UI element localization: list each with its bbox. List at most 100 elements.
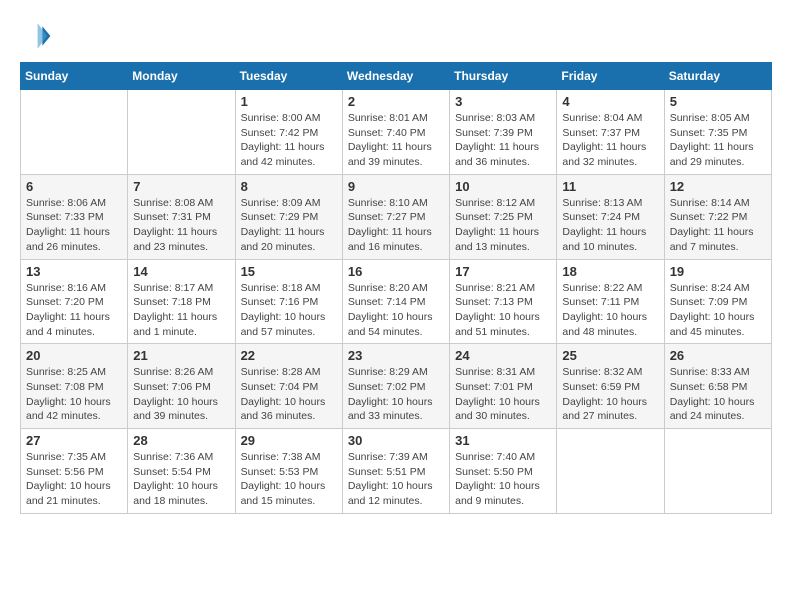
day-number: 19 xyxy=(670,264,766,279)
day-cell: 7Sunrise: 8:08 AM Sunset: 7:31 PM Daylig… xyxy=(128,174,235,259)
day-cell xyxy=(21,90,128,175)
day-number: 5 xyxy=(670,94,766,109)
day-cell: 11 Sunrise: 8:13 AM Sunset: 7:24 PM Dayli… xyxy=(557,174,664,259)
day-info: Sunrise: 8:26 AM Sunset: 7:06 PM Dayligh… xyxy=(133,365,229,424)
day-info: Sunrise: 8:16 AM Sunset: 7:20 PM Dayligh… xyxy=(26,281,122,340)
day-info: Sunrise: 8:32 AM Sunset: 6:59 PM Dayligh… xyxy=(562,365,658,424)
day-info: Sunrise: 8:10 AM Sunset: 7:27 PM Dayligh… xyxy=(348,196,444,255)
day-number: 28 xyxy=(133,433,229,448)
day-info: Sunrise: 8:20 AM Sunset: 7:14 PM Dayligh… xyxy=(348,281,444,340)
day-cell: 31 Sunrise: 7:40 AM Sunset: 5:50 PM Dayli… xyxy=(450,429,557,514)
calendar-table: SundayMondayTuesdayWednesdayThursdayFrid… xyxy=(20,62,772,514)
day-cell: 5 Sunrise: 8:05 AM Sunset: 7:35 PM Daylig… xyxy=(664,90,771,175)
day-number: 18 xyxy=(562,264,658,279)
day-number: 12 xyxy=(670,179,766,194)
day-number: 9 xyxy=(348,179,444,194)
day-cell: 18 Sunrise: 8:22 AM Sunset: 7:11 PM Dayli… xyxy=(557,259,664,344)
day-info: Sunrise: 7:40 AM Sunset: 5:50 PM Dayligh… xyxy=(455,450,551,509)
day-cell: 25 Sunrise: 8:32 AM Sunset: 6:59 PM Dayli… xyxy=(557,344,664,429)
day-number: 23 xyxy=(348,348,444,363)
day-info: Sunrise: 7:38 AM Sunset: 5:53 PM Dayligh… xyxy=(241,450,337,509)
day-number: 17 xyxy=(455,264,551,279)
week-row-3: 13 Sunrise: 8:16 AM Sunset: 7:20 PM Dayli… xyxy=(21,259,772,344)
day-cell: 28 Sunrise: 7:36 AM Sunset: 5:54 PM Dayli… xyxy=(128,429,235,514)
day-number: 24 xyxy=(455,348,551,363)
day-cell: 8 Sunrise: 8:09 AM Sunset: 7:29 PM Daylig… xyxy=(235,174,342,259)
day-info: Sunrise: 8:18 AM Sunset: 7:16 PM Dayligh… xyxy=(241,281,337,340)
day-number: 27 xyxy=(26,433,122,448)
day-info: Sunrise: 8:14 AM Sunset: 7:22 PM Dayligh… xyxy=(670,196,766,255)
day-info: Sunrise: 8:24 AM Sunset: 7:09 PM Dayligh… xyxy=(670,281,766,340)
day-number: 4 xyxy=(562,94,658,109)
day-cell: 16Sunrise: 8:20 AM Sunset: 7:14 PM Dayli… xyxy=(342,259,449,344)
day-cell: 24Sunrise: 8:31 AM Sunset: 7:01 PM Dayli… xyxy=(450,344,557,429)
day-info: Sunrise: 8:13 AM Sunset: 7:24 PM Dayligh… xyxy=(562,196,658,255)
day-cell: 14Sunrise: 8:17 AM Sunset: 7:18 PM Dayli… xyxy=(128,259,235,344)
day-cell: 17 Sunrise: 8:21 AM Sunset: 7:13 PM Dayli… xyxy=(450,259,557,344)
day-cell: 4Sunrise: 8:04 AM Sunset: 7:37 PM Daylig… xyxy=(557,90,664,175)
day-info: Sunrise: 8:28 AM Sunset: 7:04 PM Dayligh… xyxy=(241,365,337,424)
day-number: 8 xyxy=(241,179,337,194)
day-cell: 26 Sunrise: 8:33 AM Sunset: 6:58 PM Dayli… xyxy=(664,344,771,429)
day-number: 7 xyxy=(133,179,229,194)
day-number: 11 xyxy=(562,179,658,194)
day-info: Sunrise: 7:36 AM Sunset: 5:54 PM Dayligh… xyxy=(133,450,229,509)
day-number: 25 xyxy=(562,348,658,363)
day-cell: 21 Sunrise: 8:26 AM Sunset: 7:06 PM Dayli… xyxy=(128,344,235,429)
day-info: Sunrise: 8:01 AM Sunset: 7:40 PM Dayligh… xyxy=(348,111,444,170)
col-header-monday: Monday xyxy=(128,63,235,90)
day-cell xyxy=(664,429,771,514)
day-cell: 3Sunrise: 8:03 AM Sunset: 7:39 PM Daylig… xyxy=(450,90,557,175)
logo xyxy=(20,20,56,52)
day-number: 1 xyxy=(241,94,337,109)
col-header-saturday: Saturday xyxy=(664,63,771,90)
day-number: 30 xyxy=(348,433,444,448)
week-row-5: 27 Sunrise: 7:35 AM Sunset: 5:56 PM Dayli… xyxy=(21,429,772,514)
day-number: 13 xyxy=(26,264,122,279)
day-number: 3 xyxy=(455,94,551,109)
week-row-2: 6 Sunrise: 8:06 AM Sunset: 7:33 PM Daylig… xyxy=(21,174,772,259)
day-cell: 10 Sunrise: 8:12 AM Sunset: 7:25 PM Dayli… xyxy=(450,174,557,259)
page-header xyxy=(20,20,772,52)
day-number: 21 xyxy=(133,348,229,363)
day-cell xyxy=(557,429,664,514)
day-info: Sunrise: 8:22 AM Sunset: 7:11 PM Dayligh… xyxy=(562,281,658,340)
day-cell: 15 Sunrise: 8:18 AM Sunset: 7:16 PM Dayli… xyxy=(235,259,342,344)
day-number: 31 xyxy=(455,433,551,448)
day-number: 22 xyxy=(241,348,337,363)
day-number: 29 xyxy=(241,433,337,448)
week-row-4: 20 Sunrise: 8:25 AM Sunset: 7:08 PM Dayli… xyxy=(21,344,772,429)
day-number: 10 xyxy=(455,179,551,194)
day-info: Sunrise: 8:33 AM Sunset: 6:58 PM Dayligh… xyxy=(670,365,766,424)
day-info: Sunrise: 8:29 AM Sunset: 7:02 PM Dayligh… xyxy=(348,365,444,424)
day-cell: 22 Sunrise: 8:28 AM Sunset: 7:04 PM Dayli… xyxy=(235,344,342,429)
day-number: 6 xyxy=(26,179,122,194)
day-cell: 9 Sunrise: 8:10 AM Sunset: 7:27 PM Daylig… xyxy=(342,174,449,259)
week-row-1: 1 Sunrise: 8:00 AM Sunset: 7:42 PM Daylig… xyxy=(21,90,772,175)
day-cell: 1 Sunrise: 8:00 AM Sunset: 7:42 PM Daylig… xyxy=(235,90,342,175)
day-info: Sunrise: 8:05 AM Sunset: 7:35 PM Dayligh… xyxy=(670,111,766,170)
day-info: Sunrise: 8:09 AM Sunset: 7:29 PM Dayligh… xyxy=(241,196,337,255)
col-header-thursday: Thursday xyxy=(450,63,557,90)
day-cell xyxy=(128,90,235,175)
col-header-tuesday: Tuesday xyxy=(235,63,342,90)
day-info: Sunrise: 8:25 AM Sunset: 7:08 PM Dayligh… xyxy=(26,365,122,424)
day-number: 14 xyxy=(133,264,229,279)
day-number: 15 xyxy=(241,264,337,279)
day-cell: 20 Sunrise: 8:25 AM Sunset: 7:08 PM Dayli… xyxy=(21,344,128,429)
day-info: Sunrise: 7:35 AM Sunset: 5:56 PM Dayligh… xyxy=(26,450,122,509)
day-cell: 2 Sunrise: 8:01 AM Sunset: 7:40 PM Daylig… xyxy=(342,90,449,175)
day-cell: 29 Sunrise: 7:38 AM Sunset: 5:53 PM Dayli… xyxy=(235,429,342,514)
day-cell: 19 Sunrise: 8:24 AM Sunset: 7:09 PM Dayli… xyxy=(664,259,771,344)
day-number: 20 xyxy=(26,348,122,363)
col-header-sunday: Sunday xyxy=(21,63,128,90)
day-info: Sunrise: 8:21 AM Sunset: 7:13 PM Dayligh… xyxy=(455,281,551,340)
day-number: 26 xyxy=(670,348,766,363)
day-cell: 27 Sunrise: 7:35 AM Sunset: 5:56 PM Dayli… xyxy=(21,429,128,514)
day-info: Sunrise: 8:00 AM Sunset: 7:42 PM Dayligh… xyxy=(241,111,337,170)
day-cell: 13 Sunrise: 8:16 AM Sunset: 7:20 PM Dayli… xyxy=(21,259,128,344)
day-info: Sunrise: 8:12 AM Sunset: 7:25 PM Dayligh… xyxy=(455,196,551,255)
day-number: 2 xyxy=(348,94,444,109)
day-info: Sunrise: 8:06 AM Sunset: 7:33 PM Dayligh… xyxy=(26,196,122,255)
day-cell: 6 Sunrise: 8:06 AM Sunset: 7:33 PM Daylig… xyxy=(21,174,128,259)
